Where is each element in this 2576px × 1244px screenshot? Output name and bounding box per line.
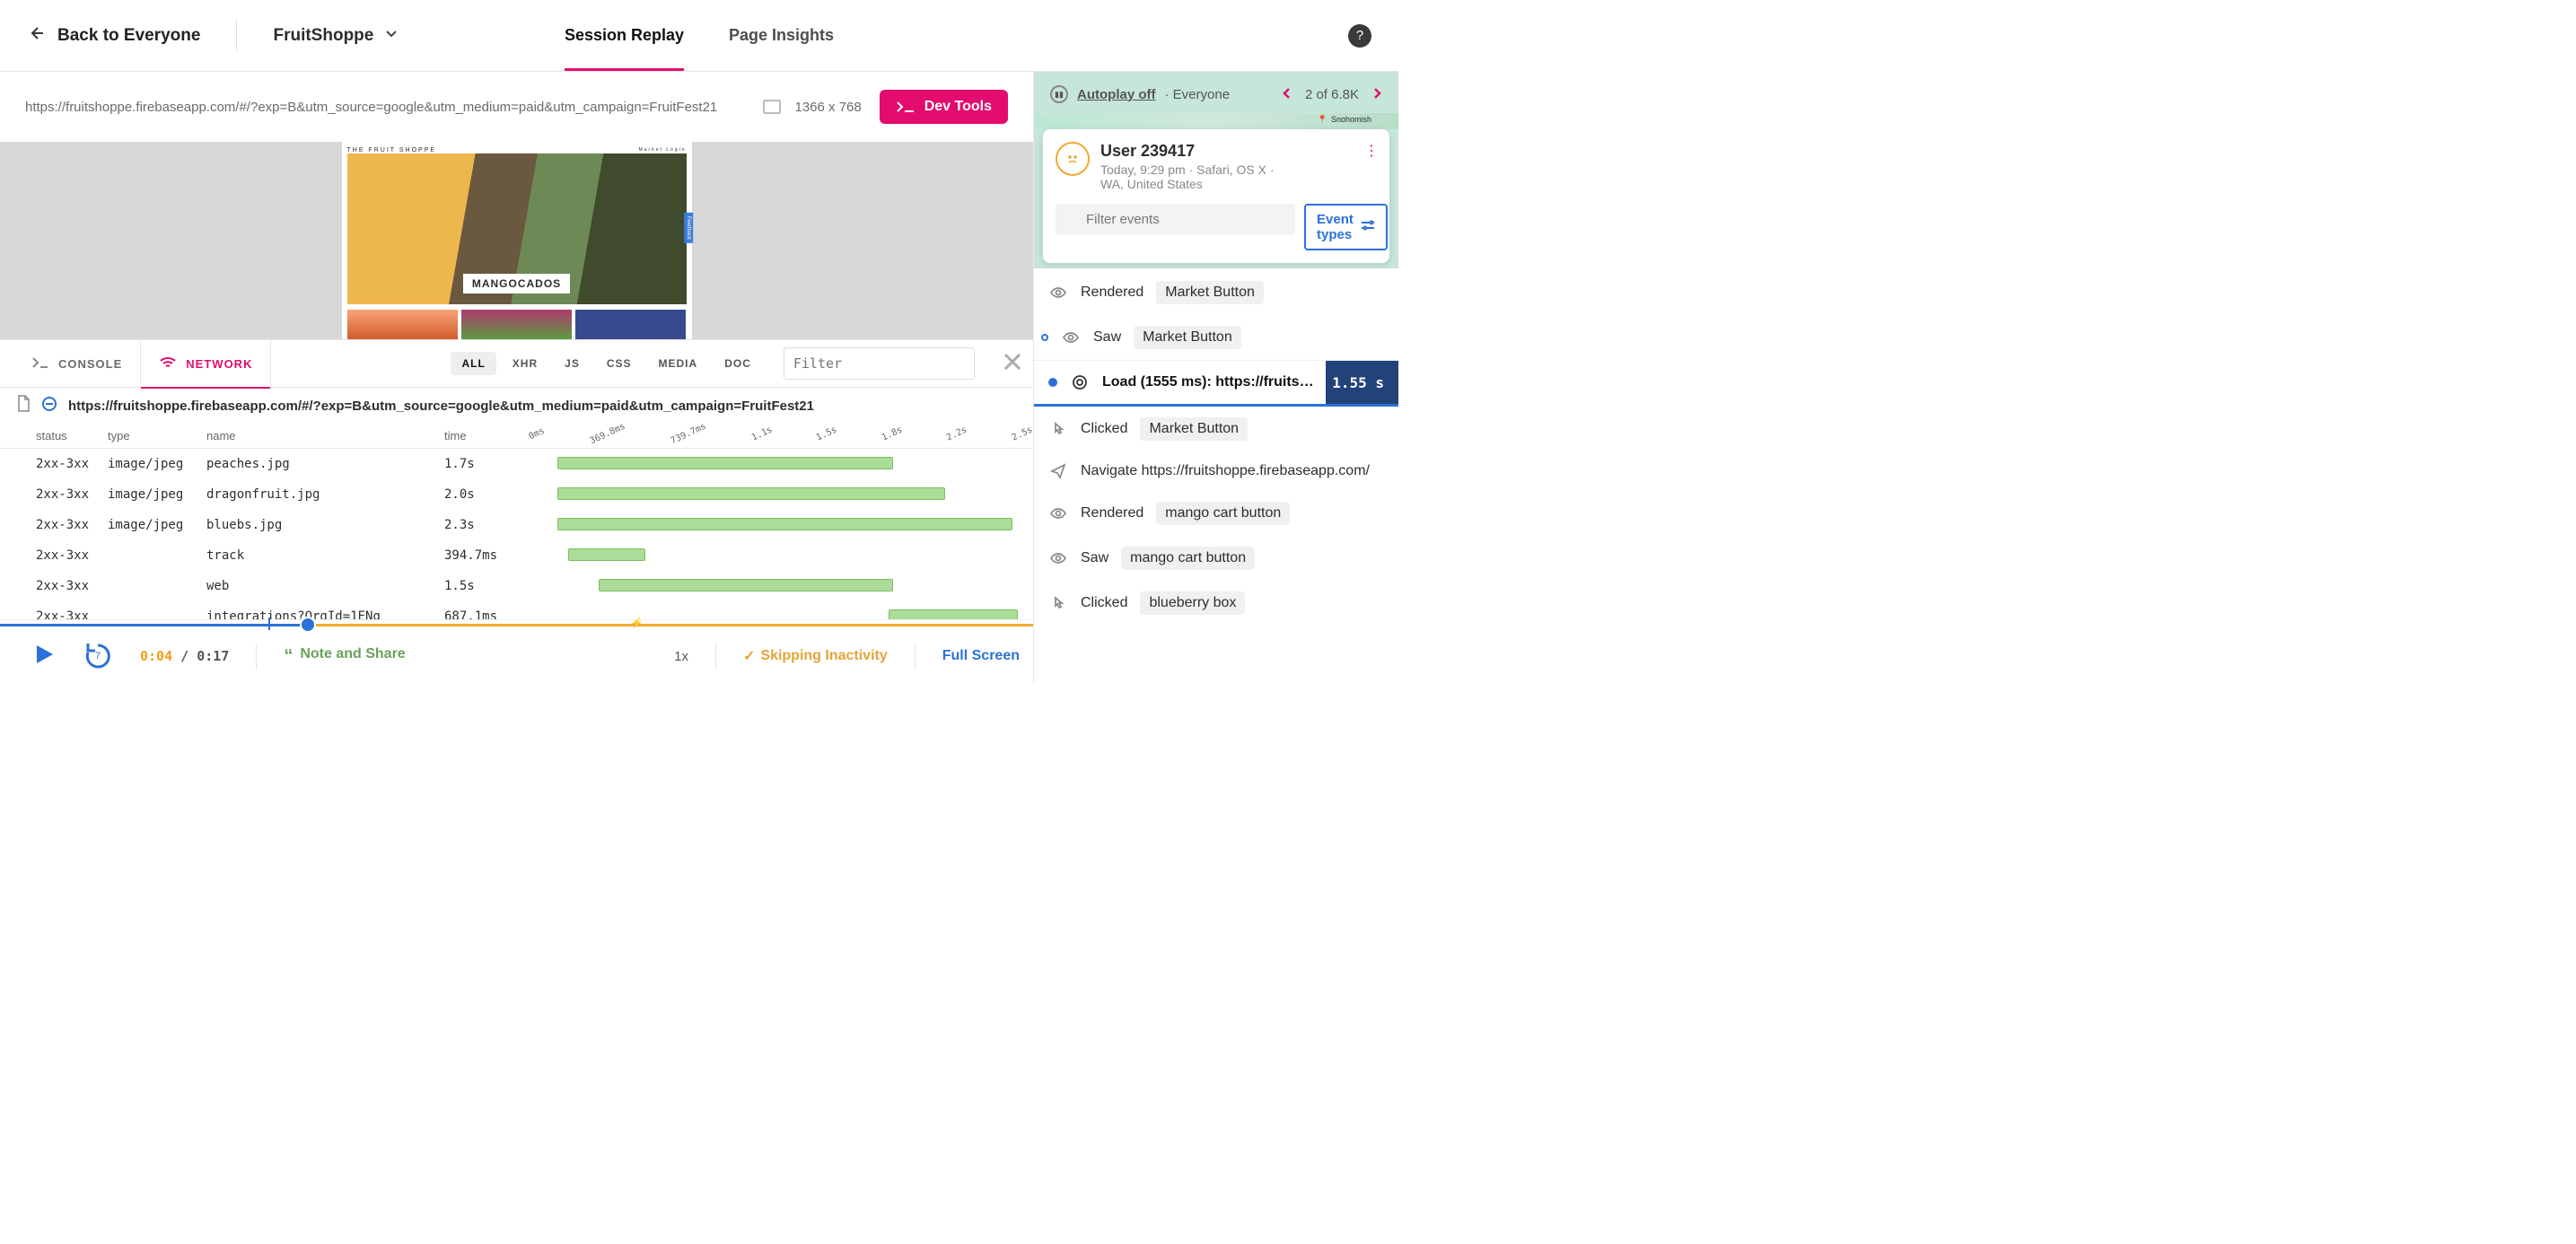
replay-feedback-tab: Feedback [684,213,693,243]
user-meta: Today, 9:29 pm · Safari, OS X · WA, Unit… [1100,162,1275,191]
filter-pill-js[interactable]: JS [554,352,591,375]
devtools-tab-console[interactable]: CONSOLE [13,340,140,387]
screen-icon [763,100,781,114]
header-divider [236,20,237,51]
note-and-share-button[interactable]: “ Note and Share [284,646,405,667]
user-avatar [1056,142,1090,176]
event-row[interactable]: SawMarket Button [1034,315,1398,360]
network-row[interactable]: 2xx-3xxtrack394.7ms [0,540,1033,571]
net-col-status: status [36,429,108,442]
rewind-button[interactable]: 7 [83,641,113,671]
active-dot-icon [1048,378,1057,387]
filter-pill-css[interactable]: CSS [596,352,643,375]
network-row[interactable]: 2xx-3xximage/jpegdragonfruit.jpg2.0s [0,479,1033,510]
replay-thumb [575,310,686,339]
event-chip: Market Button [1140,417,1248,441]
event-row[interactable]: Sawmango cart button [1034,536,1398,581]
net-col-time: time [444,429,516,442]
event-row[interactable]: Load (1555 ms): https://fruitshoppe.fi1.… [1034,360,1398,407]
pause-icon: ▮▮ [1050,85,1068,103]
autoplay-scope: · Everyone [1165,87,1231,102]
sliders-icon [1361,219,1375,235]
network-filter-input[interactable] [784,347,975,380]
filter-pill-media[interactable]: MEDIA [648,352,709,375]
devtools-tab-network[interactable]: NETWORK [140,340,271,387]
playback-speed[interactable]: 1x [674,649,688,664]
event-chip: Market Button [1134,326,1241,349]
prev-session-button[interactable] [1282,87,1292,102]
arrow-left-icon [27,24,45,48]
replay-nav: Market Login [639,147,687,153]
dot-icon [1041,334,1048,341]
skip-inactivity-toggle[interactable]: ✓ Skipping Inactivity [743,647,888,665]
next-session-button[interactable] [1371,87,1382,102]
event-row[interactable]: ClickedMarket Button [1034,407,1398,451]
eye-icon [1061,329,1081,346]
filter-pill-all[interactable]: ALL [451,352,495,375]
user-card-menu[interactable]: ⋮ [1364,142,1379,160]
terminal-icon [31,355,49,372]
event-chip: mango cart button [1121,547,1255,570]
app-selector[interactable]: FruitShoppe [273,26,399,46]
back-to-everyone-link[interactable]: Back to Everyone [27,24,200,48]
replay-thumb [347,310,458,339]
session-position: 2 of 6.8K [1305,87,1359,102]
filter-events-input[interactable] [1056,204,1295,235]
devtools-label: Dev Tools [924,99,992,115]
devtools-button[interactable]: Dev Tools [880,90,1008,124]
network-row[interactable]: 2xx-3xxintegrations?OrgId=1ENq687.1ms [0,601,1033,619]
network-row[interactable]: 2xx-3xximage/jpegpeaches.jpg1.7s [0,449,1033,479]
filter-pill-xhr[interactable]: XHR [502,352,548,375]
close-devtools-button[interactable] [1002,351,1023,377]
eye-icon [1048,549,1068,567]
back-label: Back to Everyone [57,26,200,46]
user-name[interactable]: User 239417 [1100,142,1275,161]
event-chip: mango cart button [1156,502,1290,525]
event-row[interactable]: Navigate https://fruitshoppe.firebaseapp… [1034,451,1398,491]
event-types-button[interactable]: Event types [1304,204,1388,250]
net-col-name: name [206,429,444,442]
terminal-icon [896,100,916,114]
filter-pill-doc[interactable]: DOC [714,352,762,375]
event-row[interactable]: Renderedmango cart button [1034,491,1398,536]
tab-page-insights[interactable]: Page Insights [729,0,834,71]
replay-thumb [461,310,572,339]
app-name: FruitShoppe [273,26,373,46]
resolution-label: 1366 x 768 [794,100,861,115]
network-row[interactable]: 2xx-3xximage/jpegbluebs.jpg2.3s [0,510,1033,540]
play-button[interactable] [32,643,56,670]
replay-viewport: THE FRUIT SHOPPE Market Login MANGOCADOS… [0,142,1033,339]
pointer-icon [1048,420,1068,438]
replay-hero-label: MANGOCADOS [463,274,570,293]
current-url: https://fruitshoppe.firebaseapp.com/#/?e… [68,399,814,414]
navigate-icon [1048,462,1068,480]
quote-icon: “ [284,646,293,667]
tab-session-replay[interactable]: Session Replay [565,0,684,71]
event-chip: blueberry box [1140,591,1245,615]
session-url[interactable]: https://fruitshoppe.firebaseapp.com/#/?e… [25,100,745,115]
net-col-type: type [108,429,206,442]
eye-icon [1048,284,1068,302]
wifi-icon [159,355,177,372]
replay-brand: THE FRUIT SHOPPE [347,147,437,153]
playback-timeline[interactable]: ⚡ [0,619,1033,630]
help-button[interactable]: ? [1348,24,1371,48]
chevron-down-icon [384,26,399,46]
autoplay-toggle[interactable]: Autoplay off [1077,87,1156,102]
fullscreen-button[interactable]: Full Screen [942,648,1020,664]
pointer-icon [1048,594,1068,612]
location-map: 📍Snohomish [1034,113,1398,129]
check-icon: ✓ [743,647,755,665]
eye-icon [1048,504,1068,522]
collapse-icon[interactable] [41,396,57,416]
time-display: 0:04 / 0:17 [140,648,229,664]
network-row[interactable]: 2xx-3xxweb1.5s [0,571,1033,601]
event-row[interactable]: RenderedMarket Button [1034,270,1398,315]
event-chip: Market Button [1156,281,1264,304]
load-icon [1070,373,1090,391]
event-row[interactable]: Clickedblueberry box [1034,581,1398,626]
document-icon [16,395,31,416]
